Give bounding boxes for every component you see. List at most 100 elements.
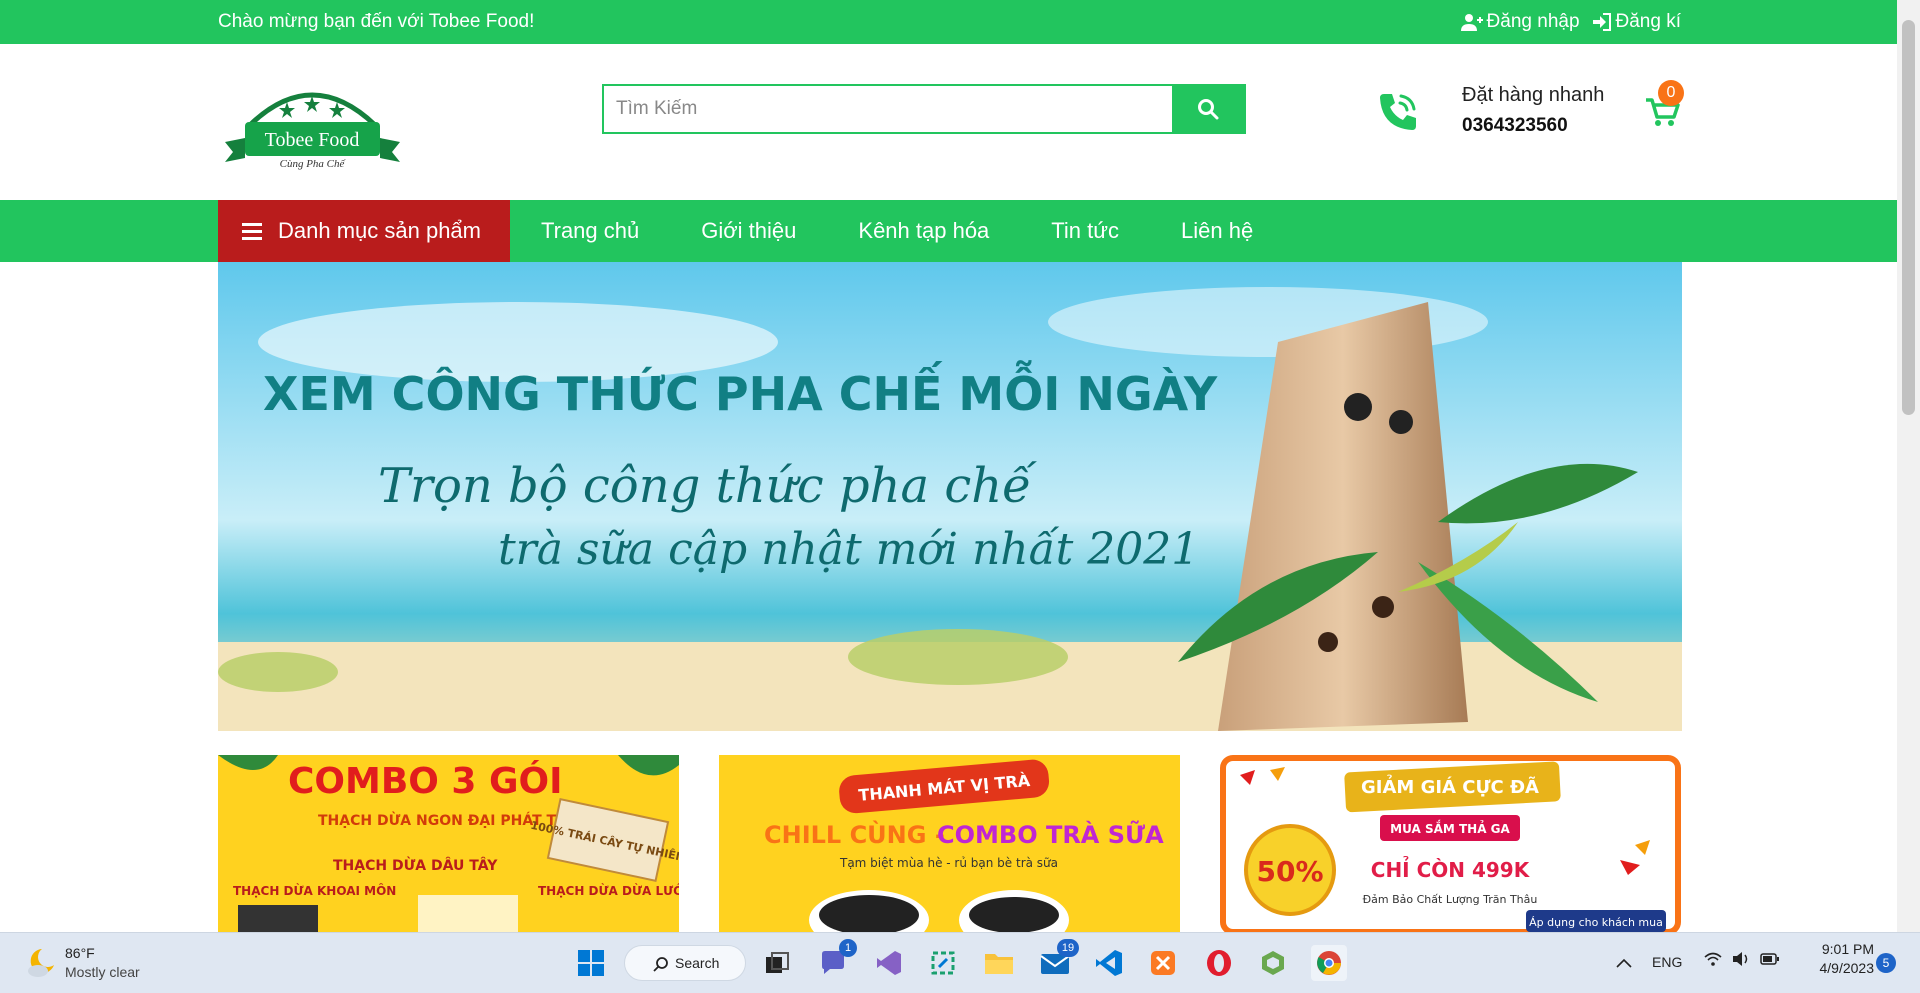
chevron-up-icon bbox=[1616, 958, 1632, 968]
nav-about[interactable]: Giới thiệu bbox=[670, 218, 827, 244]
logo-text: Tobee Food bbox=[265, 129, 360, 151]
promo2-subtitle: Tạm biệt mùa hè - rủ bạn bè trà sữa bbox=[839, 856, 1058, 870]
register-label: Đăng kí bbox=[1615, 11, 1681, 32]
mail-app[interactable]: 19 bbox=[1037, 939, 1079, 981]
show-hidden-icons[interactable] bbox=[1606, 945, 1642, 981]
task-view-button[interactable] bbox=[759, 945, 795, 981]
cart-button[interactable]: 0 bbox=[1644, 80, 1684, 126]
auth-links: Đăng nhập Đăng kí bbox=[1460, 11, 1681, 33]
nav-links: Trang chủ Giới thiệu Kênh tạp hóa Tin tứ… bbox=[510, 200, 1284, 262]
taskbar-search[interactable]: Search bbox=[624, 945, 746, 981]
chrome-icon bbox=[1317, 951, 1341, 975]
promo1-item-dau: THẠCH DỪA DÂU TÂY bbox=[333, 856, 498, 874]
hexagon-app-icon bbox=[1262, 951, 1284, 975]
search-input[interactable] bbox=[604, 86, 1172, 132]
promo3-price: CHỈ CÒN 499K bbox=[1371, 857, 1531, 882]
phone-icon bbox=[1380, 94, 1416, 130]
hamburger-icon bbox=[242, 223, 262, 240]
xampp-app[interactable] bbox=[1145, 945, 1181, 981]
banner-headline: XEM CÔNG THỨC PHA CHẾ MỖI NGÀY bbox=[263, 360, 1218, 421]
visual-studio-icon bbox=[877, 951, 901, 975]
taskbar-search-label: Search bbox=[675, 955, 720, 971]
category-label: Danh mục sản phẩm bbox=[278, 218, 481, 243]
site-header: Tobee Food Cùng Pha Chế Đặt hàng nhanh 0… bbox=[0, 44, 1897, 200]
search-icon bbox=[653, 957, 668, 972]
promo3-percent: 50% bbox=[1256, 855, 1323, 888]
opera-app[interactable] bbox=[1201, 945, 1237, 981]
language-indicator[interactable]: ENG bbox=[1652, 954, 1682, 970]
logo-tagline: Cùng Pha Chế bbox=[280, 158, 347, 170]
promo-row: COMBO 3 GÓI THẠCH DỪA NGON ĐẠI PHÁT THÊM… bbox=[218, 755, 1682, 932]
xampp-icon bbox=[1151, 951, 1175, 975]
banner-line1: Trọn bộ công thức pha chế bbox=[378, 458, 1037, 514]
vscode-icon bbox=[1096, 950, 1122, 976]
promo3-apply: Áp dụng cho khách mua bbox=[1529, 916, 1663, 929]
clock[interactable]: 9:01 PM 4/9/2023 bbox=[1794, 941, 1875, 976]
hero-banner[interactable]: XEM CÔNG THỨC PHA CHẾ MỖI NGÀY Trọn bộ c… bbox=[218, 262, 1682, 731]
vscode-app[interactable] bbox=[1091, 945, 1127, 981]
wifi-icon bbox=[1704, 952, 1722, 966]
promo-discount[interactable]: GIẢM GIÁ CỰC ĐÃ MUA SẮM THẢ GA 50% CHỈ C… bbox=[1220, 755, 1681, 932]
weather-desc: Mostly clear bbox=[65, 964, 140, 980]
promo2-title-b: COMBO TRÀ SỮA bbox=[937, 819, 1164, 849]
promo1-item-dua: THẠCH DỪA DỪA LƯỚI bbox=[538, 883, 679, 898]
chrome-app[interactable] bbox=[1311, 945, 1347, 981]
volume-icon bbox=[1733, 952, 1748, 966]
nav-contact[interactable]: Liên hệ bbox=[1150, 218, 1284, 244]
login-label: Đăng nhập bbox=[1486, 11, 1580, 32]
promo-combo-3[interactable]: COMBO 3 GÓI THẠCH DỪA NGON ĐẠI PHÁT THÊM… bbox=[218, 755, 679, 932]
snipping-icon bbox=[931, 951, 955, 975]
moon-cloud-icon bbox=[28, 949, 54, 977]
nav-news[interactable]: Tin tức bbox=[1020, 218, 1150, 244]
promo3-ribbon: MUA SẮM THẢ GA bbox=[1390, 820, 1510, 836]
user-plus-icon bbox=[1460, 14, 1483, 31]
promo2-title-a: CHILL CÙNG - bbox=[764, 819, 945, 849]
search-button[interactable] bbox=[1172, 86, 1244, 132]
start-button[interactable] bbox=[573, 945, 609, 981]
main-nav: Danh mục sản phẩm Trang chủ Giới thiệu K… bbox=[0, 200, 1897, 262]
welcome-text: Chào mừng bạn đến với Tobee Food! bbox=[218, 11, 535, 32]
nav-home[interactable]: Trang chủ bbox=[510, 218, 670, 244]
promo3-note: Đảm Bảo Chất Lượng Trăn Thâu bbox=[1363, 893, 1538, 906]
promo3-title: GIẢM GIÁ CỰC ĐÃ bbox=[1361, 775, 1539, 798]
page-scrollbar[interactable] bbox=[1897, 0, 1920, 932]
weather-temp: 86°F bbox=[65, 945, 95, 961]
file-explorer-app[interactable] bbox=[981, 945, 1017, 981]
search-bar bbox=[602, 84, 1246, 134]
category-menu-button[interactable]: Danh mục sản phẩm bbox=[218, 200, 510, 262]
notification-badge[interactable]: 5 bbox=[1876, 953, 1896, 973]
mail-badge: 19 bbox=[1057, 939, 1079, 957]
windows-taskbar: 86°F Mostly clear Search 1 19 ENG 9:01 P… bbox=[0, 932, 1920, 993]
weather-widget[interactable]: 86°F Mostly clear bbox=[20, 943, 180, 983]
task-view-icon bbox=[766, 952, 789, 973]
promo-chill-tea[interactable]: THANH MÁT VỊ TRÀ CHILL CÙNG - COMBO TRÀ … bbox=[719, 755, 1180, 932]
promo1-title: COMBO 3 GÓI bbox=[288, 760, 563, 802]
visual-studio-app[interactable] bbox=[871, 945, 907, 981]
hotline: Đặt hàng nhanh 0364323560 bbox=[1462, 84, 1604, 137]
system-tray-icons[interactable] bbox=[1704, 951, 1780, 967]
login-link[interactable]: Đăng nhập bbox=[1460, 11, 1580, 33]
snipping-tool-app[interactable] bbox=[925, 945, 961, 981]
windows-icon bbox=[578, 950, 604, 976]
scrollbar-thumb[interactable] bbox=[1902, 20, 1915, 415]
promo1-item-khoai: THẠCH DỪA KHOAI MÔN bbox=[233, 883, 396, 898]
nav-grocery[interactable]: Kênh tạp hóa bbox=[827, 218, 1020, 244]
top-bar: Chào mừng bạn đến với Tobee Food! Đăng n… bbox=[0, 0, 1897, 44]
site-logo[interactable]: Tobee Food Cùng Pha Chế bbox=[225, 80, 400, 170]
folder-icon bbox=[985, 954, 1013, 974]
hotline-number[interactable]: 0364323560 bbox=[1462, 115, 1604, 137]
clock-date: 4/9/2023 bbox=[1819, 960, 1875, 976]
app-hex[interactable] bbox=[1255, 945, 1291, 981]
battery-icon bbox=[1760, 953, 1779, 965]
sign-in-icon bbox=[1592, 13, 1611, 31]
register-link[interactable]: Đăng kí bbox=[1592, 11, 1681, 33]
teams-app[interactable]: 1 bbox=[815, 939, 857, 981]
teams-badge: 1 bbox=[839, 939, 857, 957]
search-icon bbox=[1198, 99, 1219, 120]
cart-count-badge: 0 bbox=[1658, 80, 1684, 106]
banner-line2: trà sữa cập nhật mới nhất 2021 bbox=[498, 524, 1199, 575]
opera-icon bbox=[1207, 950, 1231, 976]
hotline-label: Đặt hàng nhanh bbox=[1462, 84, 1605, 106]
banner-image: XEM CÔNG THỨC PHA CHẾ MỖI NGÀY Trọn bộ c… bbox=[218, 262, 1682, 731]
clock-time: 9:01 PM bbox=[1821, 941, 1874, 957]
